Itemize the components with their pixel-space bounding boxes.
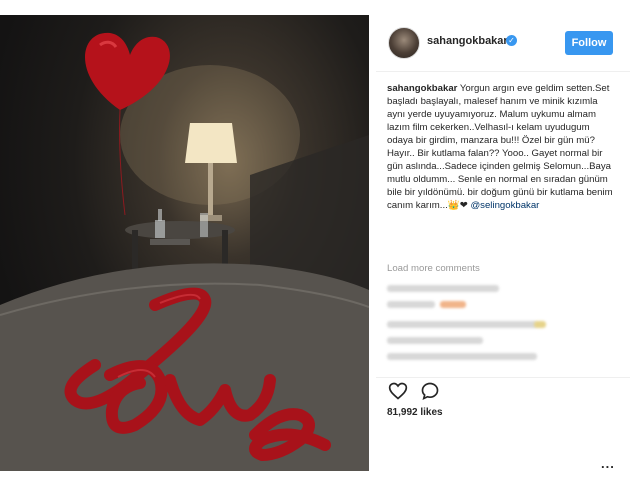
username-link[interactable]: sahangokbakar: [427, 35, 508, 47]
blurred-comment: [387, 353, 537, 360]
like-heart-icon[interactable]: [388, 381, 408, 401]
caption-text: Yorgun argın eve geldim setten.Set başla…: [387, 83, 613, 211]
blurred-comment: [387, 285, 499, 292]
blurred-emoji: [440, 301, 466, 308]
post-sidebar: sahangokbakar ✓ Follow sahangokbakar Yor…: [376, 15, 630, 471]
post-frame: sahangokbakar ✓ Follow sahangokbakar Yor…: [0, 0, 635, 484]
caption-username-link[interactable]: sahangokbakar: [387, 83, 457, 94]
blurred-emoji: [534, 321, 546, 328]
bottle: [155, 220, 165, 238]
post-header: sahangokbakar ✓ Follow: [376, 15, 630, 72]
more-options-icon[interactable]: ...: [601, 456, 615, 471]
blurred-comment: [387, 301, 435, 308]
post-photo: [0, 15, 369, 471]
load-more-comments-link[interactable]: Load more comments: [387, 263, 480, 274]
verified-badge-icon: ✓: [506, 35, 517, 46]
follow-button[interactable]: Follow: [565, 31, 613, 55]
caption-emojis: 👑❤: [447, 200, 468, 211]
blurred-comment: [387, 337, 483, 344]
likes-count[interactable]: 81,992 likes: [387, 407, 443, 418]
photo-illustration: [0, 32, 369, 471]
caption-mention-link[interactable]: @selingokbakar: [470, 200, 539, 211]
post-caption: sahangokbakar Yorgun argın eve geldim se…: [387, 82, 613, 212]
avatar[interactable]: [388, 27, 420, 59]
comment-bubble-icon[interactable]: [420, 381, 440, 401]
book: [150, 239, 190, 245]
actions-divider: [376, 377, 630, 378]
blurred-comment: [387, 321, 537, 328]
